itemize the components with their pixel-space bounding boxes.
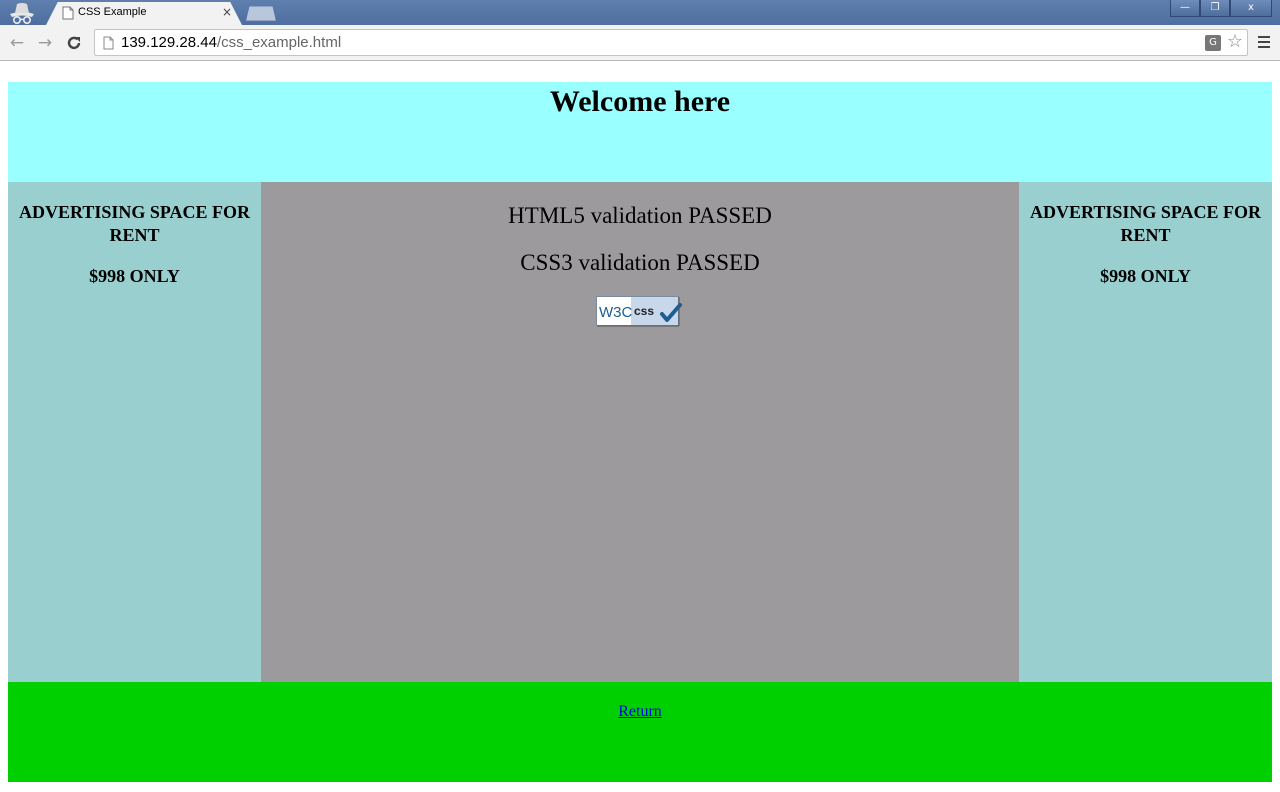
right-ad-title: ADVERTISING SPACE FOR RENT bbox=[1029, 202, 1262, 245]
tab-css-example[interactable]: CSS Example × bbox=[46, 2, 242, 25]
url-host: 139.129.28.44 bbox=[121, 34, 217, 51]
left-ad-title: ADVERTISING SPACE FOR RENT bbox=[18, 202, 251, 245]
new-tab-button[interactable] bbox=[246, 6, 276, 21]
page-viewport: Welcome here ADVERTISING SPACE FOR RENT … bbox=[0, 62, 1280, 792]
tab-close-icon[interactable]: × bbox=[222, 5, 232, 19]
page-icon bbox=[103, 36, 114, 50]
page-header: Welcome here bbox=[8, 82, 1272, 182]
badge-css-text: css bbox=[634, 304, 654, 318]
incognito-icon bbox=[4, 1, 40, 25]
restore-button[interactable]: ❐ bbox=[1200, 0, 1230, 17]
page-icon bbox=[62, 6, 74, 20]
return-link[interactable]: Return bbox=[618, 703, 662, 721]
tab-title: CSS Example bbox=[78, 6, 147, 18]
url-path: /css_example.html bbox=[216, 34, 342, 51]
menu-icon[interactable] bbox=[1258, 36, 1270, 48]
forward-icon[interactable]: → bbox=[34, 32, 56, 54]
main-content: HTML5 validation PASSED CSS3 validation … bbox=[261, 182, 1019, 682]
right-ad-price: $998 ONLY bbox=[1100, 266, 1191, 286]
translate-icon[interactable]: G bbox=[1205, 35, 1221, 51]
reload-icon[interactable] bbox=[63, 32, 85, 54]
page-footer: Return bbox=[8, 682, 1272, 782]
right-ad-column: ADVERTISING SPACE FOR RENT $998 ONLY bbox=[1019, 182, 1272, 682]
browser-titlebar: CSS Example × — ❐ x bbox=[0, 0, 1280, 25]
minimize-button[interactable]: — bbox=[1170, 0, 1200, 17]
address-bar[interactable]: 139.129.28.44/css_example.html G ☆ bbox=[94, 29, 1248, 56]
css3-validation-text: CSS3 validation PASSED bbox=[520, 250, 760, 275]
url-text: 139.129.28.44/css_example.html bbox=[121, 34, 341, 51]
html5-validation-text: HTML5 validation PASSED bbox=[508, 203, 772, 228]
left-ad-column: ADVERTISING SPACE FOR RENT $998 ONLY bbox=[8, 182, 261, 682]
badge-w3c-text: W3C bbox=[599, 304, 633, 321]
close-window-button[interactable]: x bbox=[1230, 0, 1272, 17]
back-icon[interactable]: ← bbox=[6, 32, 28, 54]
w3c-css-badge[interactable]: W3C css bbox=[596, 296, 684, 327]
page-title: Welcome here bbox=[549, 85, 731, 118]
left-ad-price: $998 ONLY bbox=[89, 266, 180, 286]
window-controls: — ❐ x bbox=[1170, 0, 1272, 18]
browser-toolbar: ← → 139.129.28.44/css_example.html G ☆ bbox=[0, 25, 1280, 61]
star-icon[interactable]: ☆ bbox=[1227, 31, 1243, 52]
